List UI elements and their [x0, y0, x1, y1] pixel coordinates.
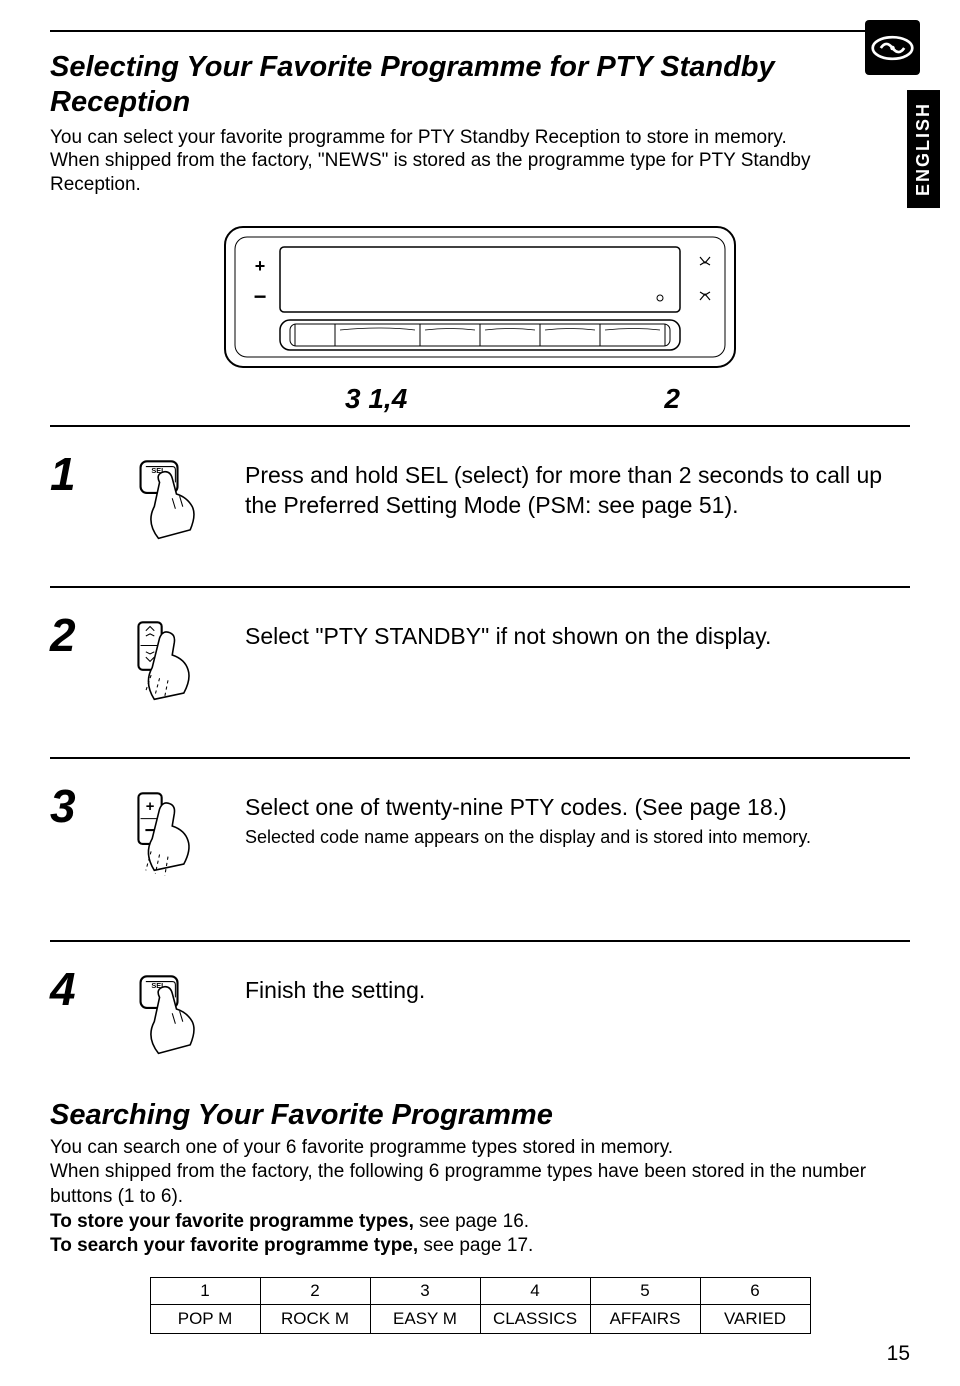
divider [50, 757, 910, 759]
step-2: 2 Select "PTY STANDBY" if not shown on t… [50, 594, 910, 752]
table-cell: AFFAIRS [590, 1304, 700, 1333]
device-diagram: + − 3 1,4 2 [220, 222, 740, 415]
intro-text-1: You can select your favorite programme f… [50, 126, 820, 150]
table-cell: CLASSICS [480, 1304, 590, 1333]
plus-minus-button-press-icon: + − [130, 783, 225, 909]
table-cell: POP M [150, 1304, 260, 1333]
intro-text-2: When shipped from the factory, "NEWS" is… [50, 149, 820, 197]
step-number: 3 [50, 783, 110, 829]
table-cell: 2 [260, 1277, 370, 1304]
brand-logo-icon [865, 20, 920, 75]
table-cell: 4 [480, 1277, 590, 1304]
table-cell: 6 [700, 1277, 810, 1304]
step-4: 4 SEL Finish the setting. [50, 948, 910, 1095]
divider [50, 425, 910, 427]
divider [50, 940, 910, 942]
step-3: 3 + − Select one of twenty-nine PTY code… [50, 765, 910, 933]
page-number: 15 [50, 1342, 910, 1366]
step-number: 2 [50, 612, 110, 658]
table-cell: 1 [150, 1277, 260, 1304]
search-text-3: To store your favorite programme types, … [50, 1210, 910, 1235]
language-tab: ENGLISH [907, 90, 940, 208]
sel-button-press-icon: SEL [130, 966, 225, 1071]
preset-table: 1 2 3 4 5 6 POP M ROCK M EASY M CLASSICS… [150, 1277, 811, 1334]
step-text: Finish the setting. [245, 966, 910, 1006]
table-cell: EASY M [370, 1304, 480, 1333]
updown-button-press-icon [130, 612, 225, 728]
step-subtext: Selected code name appears on the displa… [245, 826, 910, 849]
svg-text:+: + [146, 800, 155, 816]
step-1: 1 SEL Press and hold SEL (select) for mo… [50, 433, 910, 580]
divider [50, 30, 910, 32]
table-cell: ROCK M [260, 1304, 370, 1333]
search-text-1: You can search one of your 6 favorite pr… [50, 1136, 910, 1161]
step-text: Press and hold SEL (select) for more tha… [245, 451, 910, 521]
table-cell: 5 [590, 1277, 700, 1304]
diagram-label-left: 3 1,4 [345, 383, 407, 415]
search-text-2: When shipped from the factory, the follo… [50, 1160, 910, 1209]
diagram-label-right: 2 [407, 383, 680, 415]
divider [50, 586, 910, 588]
svg-text:+: + [255, 256, 266, 276]
step-number: 1 [50, 451, 110, 497]
table-cell: 3 [370, 1277, 480, 1304]
sel-button-press-icon: SEL [130, 451, 225, 556]
page-title: Selecting Your Favorite Programme for PT… [50, 50, 800, 120]
table-cell: VARIED [700, 1304, 810, 1333]
svg-text:−: − [254, 284, 267, 309]
section-title-search: Searching Your Favorite Programme [50, 1099, 910, 1132]
table-row: POP M ROCK M EASY M CLASSICS AFFAIRS VAR… [150, 1304, 810, 1333]
step-text: Select one of twenty-nine PTY codes. (Se… [245, 783, 910, 848]
step-text: Select "PTY STANDBY" if not shown on the… [245, 612, 910, 652]
search-text-4: To search your favorite programme type, … [50, 1234, 910, 1259]
table-row: 1 2 3 4 5 6 [150, 1277, 810, 1304]
step-number: 4 [50, 966, 110, 1012]
